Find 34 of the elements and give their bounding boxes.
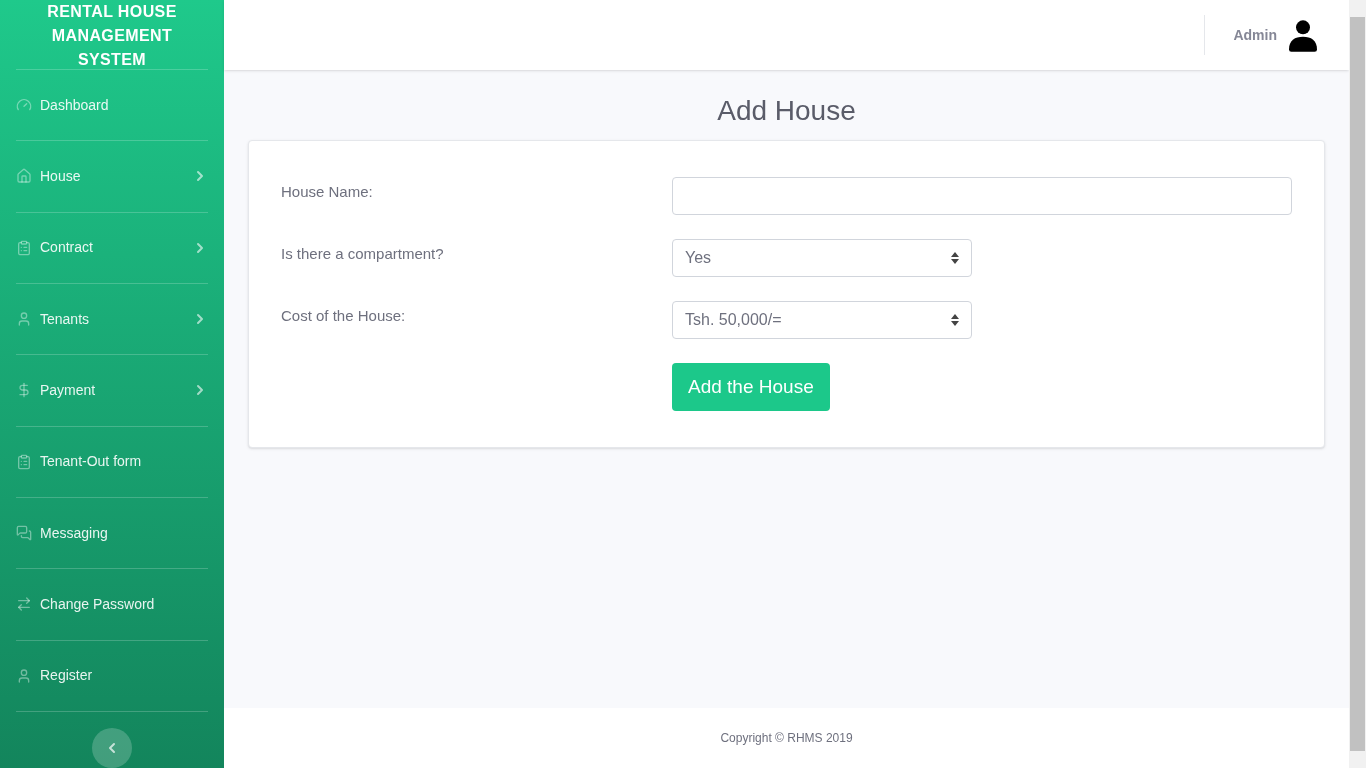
clipboard-icon	[16, 453, 32, 470]
up-down-caret-icon	[951, 314, 959, 326]
field-label: House Name:	[281, 182, 374, 202]
select-field[interactable]: Tsh. 50,000/=	[672, 301, 972, 339]
add-house-button[interactable]: Add the House	[672, 363, 830, 411]
nav-item[interactable]: Tenants	[16, 284, 208, 356]
field-label: Is there a compartment?	[281, 244, 445, 264]
nav-item[interactable]: Contract	[16, 212, 208, 284]
nav-item[interactable]: Change Password	[16, 569, 208, 641]
user-name[interactable]: Admin	[1233, 24, 1277, 46]
field-label: Cost of the House:	[281, 306, 407, 326]
chat-icon	[16, 525, 32, 542]
sidebar-toggle-button[interactable]	[92, 727, 132, 768]
nav-item[interactable]: Dashboard	[16, 70, 208, 142]
scrollbar[interactable]	[1349, 0, 1366, 768]
user-icon	[16, 667, 32, 684]
copyright-text: Copyright © RHMS 2019	[720, 730, 853, 747]
swap-arrows-icon	[16, 596, 32, 613]
nav-item[interactable]: Register	[16, 640, 208, 712]
clipboard-icon	[16, 239, 32, 256]
up-down-caret-icon	[951, 252, 959, 264]
brand-title[interactable]: RENTAL HOUSE MANAGEMENT SYSTEM	[16, 0, 208, 70]
nav-item[interactable]: House	[16, 141, 208, 213]
dollar-icon	[16, 382, 32, 399]
select-field[interactable]: Yes	[672, 239, 972, 277]
text-input-field[interactable]	[672, 177, 1292, 215]
nav-item[interactable]: Payment	[16, 355, 208, 427]
scrollbar-thumb[interactable]	[1350, 17, 1365, 751]
user-avatar-icon[interactable]	[1289, 18, 1317, 52]
house-icon	[16, 168, 32, 185]
nav-item[interactable]: Messaging	[16, 497, 208, 570]
user-icon	[16, 311, 32, 328]
page-title: Add House	[716, 94, 857, 128]
nav-item[interactable]: Tenant-Out form	[16, 426, 208, 498]
